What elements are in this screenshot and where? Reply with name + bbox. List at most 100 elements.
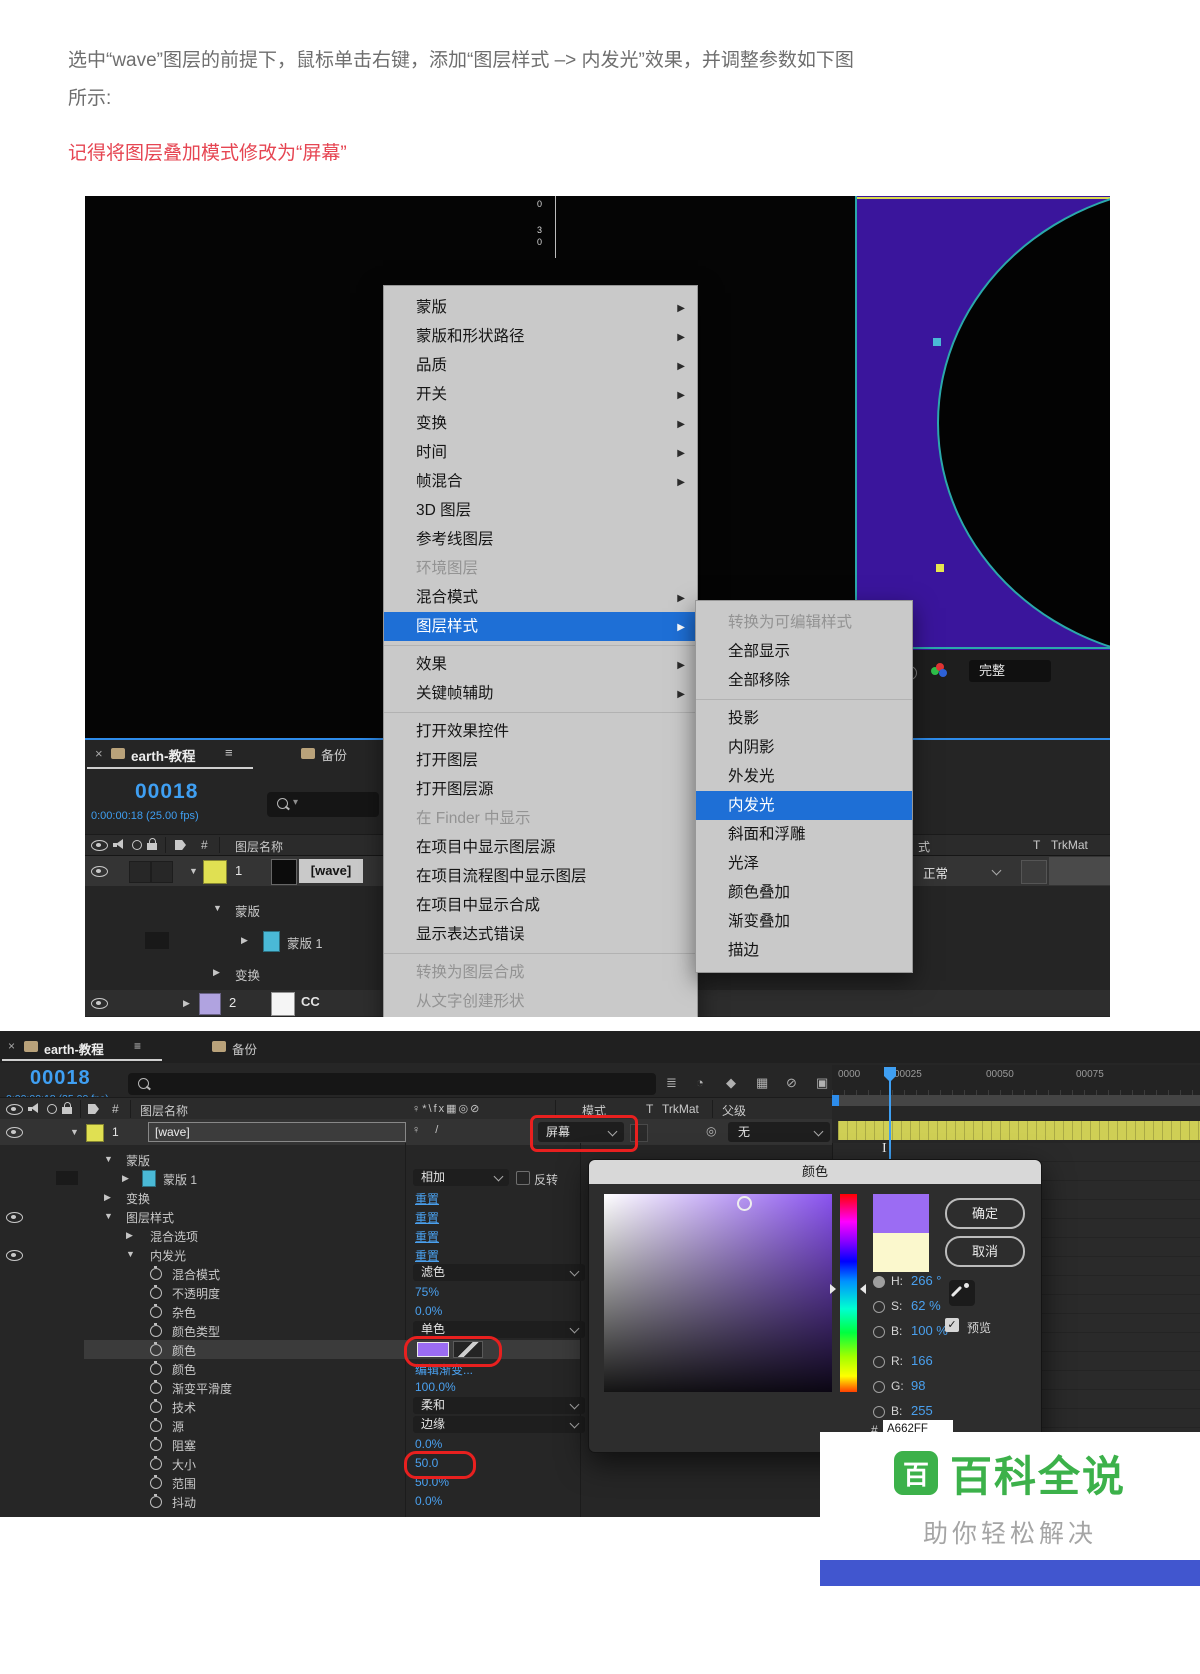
draft3d-icon[interactable]: ◔ <box>696 1075 704 1090</box>
menu-item[interactable]: 渐变叠加 <box>696 907 912 936</box>
menu-item[interactable]: 在项目流程图中显示图层 <box>384 862 697 891</box>
twirl-right-icon[interactable]: ▶ <box>126 1230 133 1241</box>
close-tab-icon[interactable]: × <box>95 746 103 761</box>
menu-item[interactable]: 描边 <box>696 936 912 965</box>
property-value-link[interactable]: 0.0% <box>415 1437 442 1451</box>
menu-item[interactable]: 转换为可编辑样式 <box>696 608 912 637</box>
twirl-right-icon[interactable]: ▶ <box>122 1173 129 1184</box>
layer-name-wave[interactable]: [wave] <box>148 1122 406 1142</box>
motionblur-icon[interactable]: ◆ <box>726 1075 736 1091</box>
field-radio[interactable] <box>873 1276 885 1288</box>
brainstorm-icon[interactable]: ⊘ <box>786 1075 797 1091</box>
mask-color-chip[interactable] <box>263 931 280 952</box>
property-value-link[interactable]: 0.0% <box>415 1304 442 1318</box>
stopwatch-icon[interactable] <box>150 1361 162 1375</box>
menu-item[interactable]: 投影 <box>696 704 912 733</box>
eye-icon[interactable] <box>6 1127 23 1138</box>
layer-color-chip-yellow[interactable] <box>86 1124 104 1142</box>
twirl-down-icon[interactable]: ▼ <box>126 1249 135 1259</box>
stopwatch-icon[interactable] <box>150 1494 162 1508</box>
menu-item[interactable]: 打开效果控件 <box>384 717 697 746</box>
menu-item[interactable]: 打开图层 <box>384 746 697 775</box>
parent-dropdown[interactable]: 无 <box>728 1122 830 1142</box>
field-value[interactable]: 255 <box>911 1403 933 1418</box>
field-value[interactable]: 166 <box>911 1353 933 1368</box>
twirl-down-icon[interactable]: ▼ <box>213 903 222 913</box>
menu-item[interactable]: 3D 图层 <box>384 496 697 525</box>
menu-item[interactable]: 品质 ▶ <box>384 351 697 380</box>
menu-item[interactable]: 帧混合 ▶ <box>384 467 697 496</box>
eye-icon[interactable] <box>91 866 108 877</box>
field-radio[interactable] <box>873 1381 885 1393</box>
eye-icon[interactable] <box>6 1250 23 1261</box>
saturation-brightness-field[interactable] <box>604 1194 832 1392</box>
layer-name-cc[interactable]: CC <box>301 994 320 1009</box>
stopwatch-icon[interactable] <box>150 1456 162 1470</box>
mask-mode-cell[interactable] <box>56 1171 78 1185</box>
tab-menu-icon[interactable]: ≡ <box>225 745 233 760</box>
menu-item[interactable]: 效果 ▶ <box>384 650 697 679</box>
tab-earth[interactable]: earth-教程 <box>44 1039 104 1058</box>
property-dropdown[interactable]: 边缘 <box>413 1416 585 1433</box>
eyedropper-button[interactable] <box>949 1280 975 1306</box>
mask-mode-dropdown[interactable]: 相加 <box>413 1169 509 1186</box>
dialog-title-bar[interactable]: 颜色 <box>589 1160 1041 1184</box>
menu-item[interactable]: 蒙版 ▶ <box>384 293 697 322</box>
twirl-down-icon[interactable]: ▼ <box>70 1127 79 1137</box>
field-value[interactable]: 62 % <box>911 1298 941 1313</box>
hue-marker-right[interactable] <box>860 1284 866 1294</box>
stopwatch-icon[interactable] <box>150 1475 162 1489</box>
invert-checkbox[interactable] <box>516 1171 530 1185</box>
mask-mode-cell[interactable] <box>145 932 169 949</box>
work-area-start-cap[interactable] <box>832 1095 839 1106</box>
twirl-right-icon[interactable]: ▶ <box>213 967 220 978</box>
close-tab-icon[interactable]: × <box>8 1039 15 1053</box>
search-field[interactable]: ▾ <box>267 792 379 817</box>
property-row[interactable]: 大小 50.0 <box>0 1451 832 1479</box>
menu-item[interactable]: 在项目中显示图层源 <box>384 833 697 862</box>
eye-icon[interactable] <box>6 1212 23 1223</box>
mask-color-chip[interactable] <box>142 1170 156 1187</box>
field-radio[interactable] <box>873 1406 885 1418</box>
field-radio[interactable] <box>873 1356 885 1368</box>
menu-item[interactable]: 关键帧辅助 ▶ <box>384 679 697 708</box>
property-dropdown[interactable]: 柔和 <box>413 1397 585 1414</box>
color-cursor-ring[interactable] <box>737 1196 752 1211</box>
stopwatch-icon[interactable] <box>150 1285 162 1299</box>
layer-duration-bar[interactable] <box>838 1121 1200 1140</box>
twirl-down-icon[interactable]: ▼ <box>104 1154 113 1164</box>
twirl-right-icon[interactable]: ▶ <box>104 1192 111 1203</box>
stopwatch-icon[interactable] <box>150 1399 162 1413</box>
stopwatch-icon[interactable] <box>150 1342 162 1356</box>
reset-link[interactable]: 重置 <box>415 1190 439 1207</box>
field-value[interactable]: 100 % <box>911 1323 948 1338</box>
stopwatch-icon[interactable] <box>150 1304 162 1318</box>
handle-yellow[interactable] <box>936 564 944 572</box>
menu-item[interactable]: 环境图层 <box>384 554 697 583</box>
property-value-link[interactable]: 75% <box>415 1285 439 1299</box>
work-area-bar[interactable] <box>832 1095 1200 1106</box>
twirl-right-icon[interactable]: ▶ <box>183 998 190 1009</box>
tab-backup[interactable]: 备份 <box>232 1039 257 1058</box>
menu-item[interactable]: 混合模式 ▶ <box>384 583 697 612</box>
property-row[interactable]: 抖动 0.0% <box>0 1492 832 1511</box>
menu-item[interactable]: 时间 ▶ <box>384 438 697 467</box>
menu-item[interactable]: 全部显示 <box>696 637 912 666</box>
twirl-right-icon[interactable]: ▶ <box>241 935 248 946</box>
stopwatch-icon[interactable] <box>150 1418 162 1432</box>
reset-link[interactable]: 重置 <box>415 1209 439 1226</box>
eye-icon[interactable] <box>91 998 108 1009</box>
menu-item[interactable]: 打开图层源 <box>384 775 697 804</box>
tab-backup[interactable]: 备份 <box>321 745 347 764</box>
property-value-link[interactable]: 0.0% <box>415 1494 442 1508</box>
field-value[interactable]: 98 <box>911 1378 925 1393</box>
menu-item[interactable]: 图层样式 ▶ <box>384 612 697 641</box>
layer-color-chip-yellow[interactable] <box>203 860 227 884</box>
cancel-button[interactable]: 取消 <box>945 1236 1025 1267</box>
reset-link[interactable]: 重置 <box>415 1247 439 1264</box>
menu-item[interactable]: 内阴影 <box>696 733 912 762</box>
switch-cell[interactable] <box>151 861 173 883</box>
resolution-dropdown[interactable]: 完整 <box>969 660 1051 682</box>
menu-item[interactable]: 显示表达式错误 <box>384 920 697 949</box>
menu-item[interactable]: 在 Finder 中显示 <box>384 804 697 833</box>
